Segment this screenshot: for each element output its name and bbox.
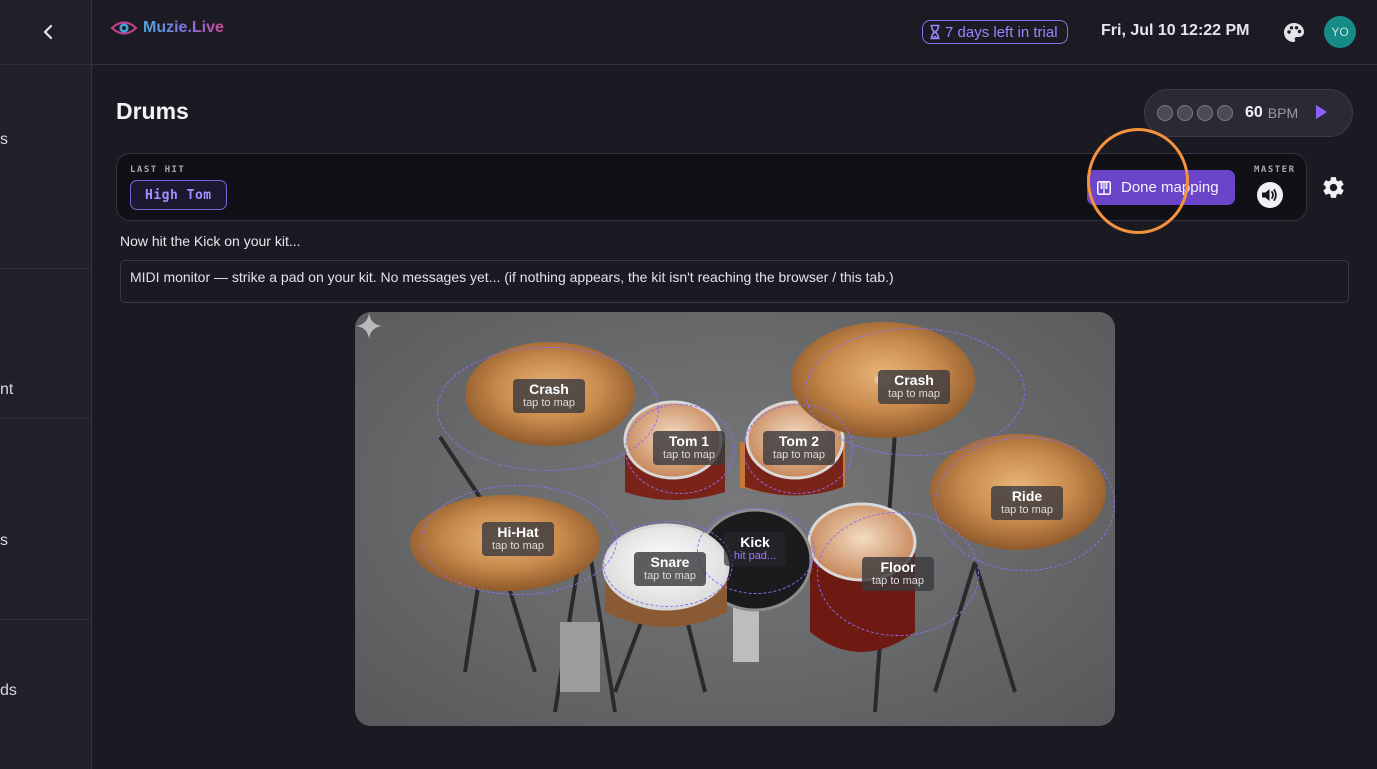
pad-label-hi-hat[interactable]: Hi-Hat tap to map [482, 522, 554, 556]
pad-name: Ride [1011, 488, 1043, 504]
sidebar-divider [0, 268, 92, 269]
sidebar-divider [0, 619, 92, 620]
pad-hint: tap to map [523, 397, 575, 409]
pad-label-kick[interactable]: Kick hit pad... [723, 532, 787, 566]
theme-button[interactable] [1282, 21, 1306, 45]
pad-label-tom-2[interactable]: Tom 2 tap to map [763, 431, 835, 465]
drum-kit-stage: Crash tap to map Crash tap to map Tom 1 … [355, 312, 1115, 726]
chevron-left-icon [43, 24, 53, 40]
sidebar-item-2[interactable]: nt [0, 381, 13, 399]
last-hit-value: High Tom [130, 180, 227, 210]
pad-label-snare[interactable]: Snare tap to map [634, 552, 706, 586]
page-title: Drums [116, 98, 189, 124]
beat-indicator [1217, 105, 1233, 121]
midi-monitor: MIDI monitor — strike a pad on your kit.… [120, 260, 1349, 303]
metronome: 60 BPM [1144, 89, 1353, 137]
beat-indicator [1177, 105, 1193, 121]
last-hit-label: LAST HIT [130, 165, 186, 175]
pad-name: Crash [529, 381, 569, 397]
pad-label-ride[interactable]: Ride tap to map [991, 486, 1063, 520]
pad-hint: tap to map [644, 570, 696, 582]
play-icon [1316, 105, 1327, 119]
pad-label-crash-right[interactable]: Crash tap to map [878, 370, 950, 404]
logo[interactable]: Muzie.Live [110, 19, 224, 37]
gear-icon [1323, 177, 1344, 198]
sidebar-item-3[interactable]: s [0, 532, 8, 550]
done-mapping-label: Done mapping [1121, 179, 1219, 196]
pad-name: Floor [880, 559, 916, 575]
avatar[interactable]: YO [1324, 16, 1356, 48]
pad-hint: tap to map [872, 575, 924, 587]
done-mapping-button[interactable]: Done mapping [1087, 170, 1235, 205]
bpm-value[interactable]: 60 [1245, 104, 1263, 122]
master-volume-button[interactable] [1257, 182, 1283, 208]
top-bar: Muzie.Live 7 days left in trial Fri, Jul… [92, 0, 1377, 65]
pad-name: Kick [740, 534, 770, 550]
sidebar-item-4[interactable]: ds [0, 682, 17, 700]
sidebar-divider [0, 64, 92, 65]
pad-name: Snare [650, 554, 690, 570]
bpm-unit: BPM [1267, 105, 1299, 121]
settings-button[interactable] [1321, 175, 1346, 200]
pad-name: Crash [894, 372, 934, 388]
beat-indicator [1157, 105, 1173, 121]
pad-hint: tap to map [492, 540, 544, 552]
sidebar-collapse-button[interactable] [30, 14, 66, 50]
pad-hint: hit pad... [733, 550, 777, 562]
master-label: MASTER [1254, 165, 1296, 175]
sparkle-icon [356, 313, 382, 339]
pad-hint: tap to map [1001, 504, 1053, 516]
sidebar: s nt s ds [0, 0, 92, 769]
pad-hint: tap to map [773, 449, 825, 461]
pad-name: Tom 2 [778, 433, 820, 449]
datetime: Fri, Jul 10 12:22 PM [1101, 22, 1250, 39]
trial-badge[interactable]: 7 days left in trial [922, 20, 1068, 44]
hourglass-icon [930, 24, 940, 40]
pad-name: Tom 1 [668, 433, 710, 449]
piano-icon [1097, 180, 1111, 195]
metronome-play-button[interactable] [1313, 103, 1329, 126]
palette-icon [1284, 23, 1304, 42]
pad-label-floor[interactable]: Floor tap to map [862, 557, 934, 591]
pad-hint: tap to map [663, 449, 715, 461]
pad-label-crash-left[interactable]: Crash tap to map [513, 379, 585, 413]
pad-hint: tap to map [888, 388, 940, 400]
sidebar-divider [0, 418, 92, 419]
beat-indicator [1197, 105, 1213, 121]
volume-icon [1262, 189, 1277, 201]
trial-text: 7 days left in trial [945, 23, 1058, 41]
pad-name: Hi-Hat [497, 524, 539, 540]
logo-text: Muzie.Live [143, 19, 224, 36]
control-bar: LAST HIT High Tom Done mapping MASTER [116, 153, 1307, 221]
sidebar-item-1[interactable]: s [0, 131, 8, 149]
pad-label-tom-1[interactable]: Tom 1 tap to map [653, 431, 725, 465]
eye-logo-icon [110, 21, 138, 35]
mapping-instruction: Now hit the Kick on your kit... [120, 233, 301, 249]
